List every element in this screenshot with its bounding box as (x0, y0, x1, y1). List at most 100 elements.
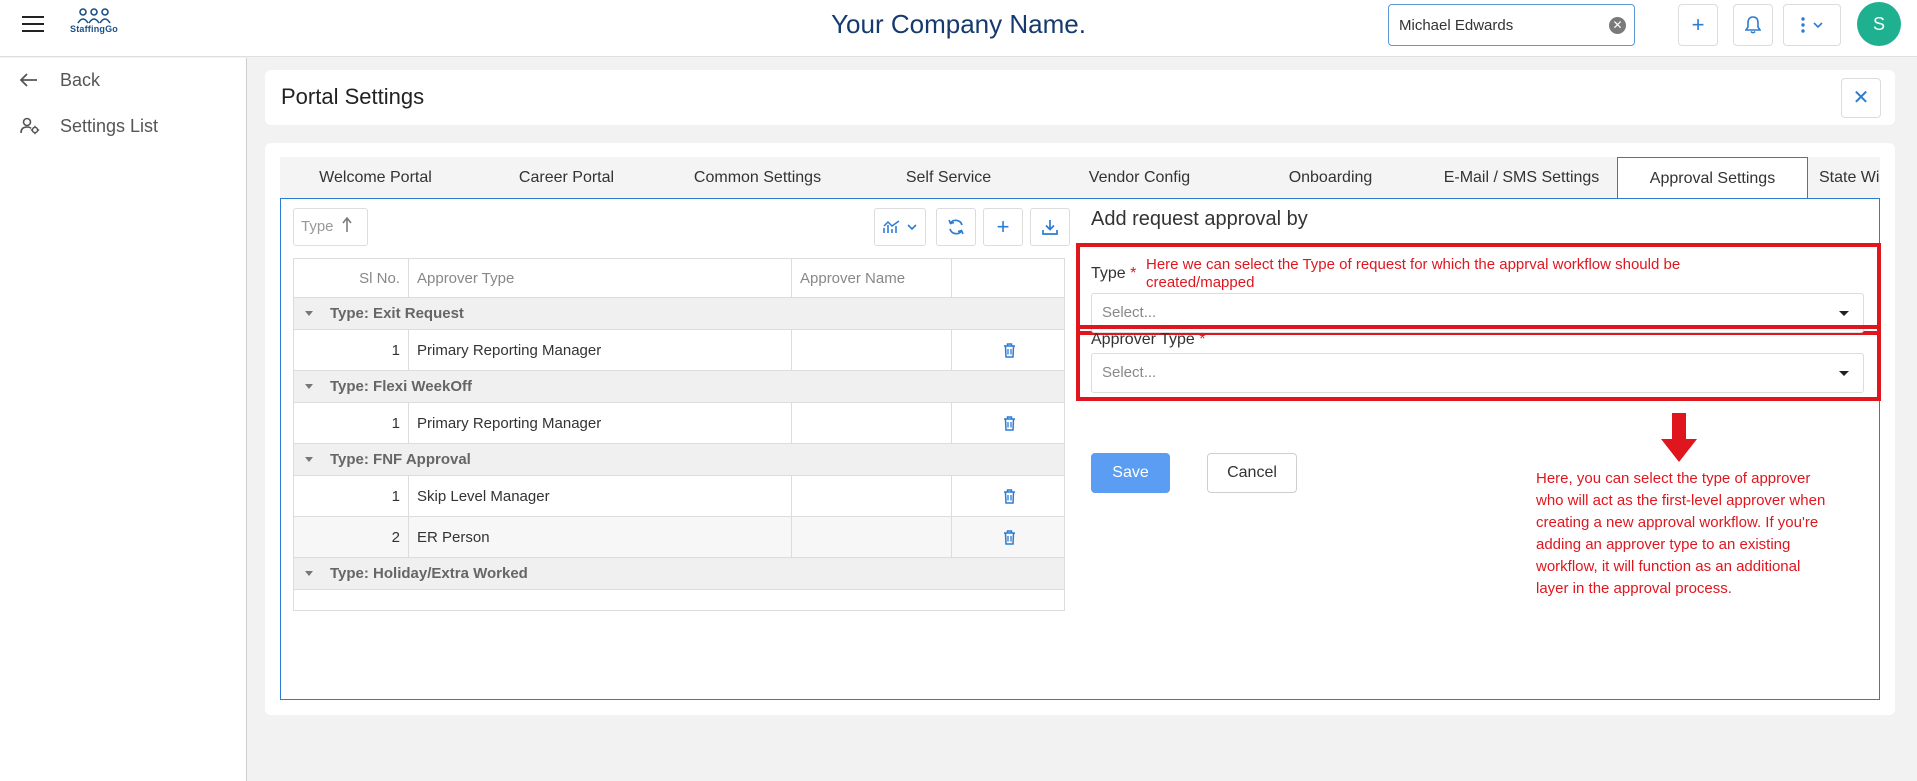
col-approver-type[interactable]: Approver Type (409, 259, 792, 297)
group-label: Type: FNF Approval (330, 451, 471, 468)
cell-approver-name (792, 403, 952, 443)
group-row[interactable]: Type: Flexi WeekOff (294, 371, 1064, 403)
cell-sl-no: 1 (294, 403, 409, 443)
add-button[interactable]: + (1678, 4, 1718, 46)
avatar[interactable]: S (1857, 2, 1901, 46)
approver-type-label: Approver Type * (1091, 331, 1206, 348)
col-actions (952, 259, 1064, 297)
settings-card: Welcome Portal Career Portal Common Sett… (265, 143, 1895, 715)
table-row[interactable]: 1 Primary Reporting Manager (294, 330, 1064, 371)
type-annotation-text: Here we can select the Type of request f… (1146, 256, 1681, 291)
cell-approver-type: Primary Reporting Manager (409, 403, 792, 443)
tab-welcome-portal[interactable]: Welcome Portal (280, 157, 471, 198)
approval-grid: Sl No. Approver Type Approver Name Type:… (293, 258, 1065, 611)
clear-icon[interactable]: ✕ (1609, 17, 1626, 34)
user-search-input[interactable] (1389, 5, 1589, 45)
caret-down-icon[interactable] (305, 457, 313, 462)
type-label: Type * (1091, 265, 1137, 282)
user-search-box[interactable]: ✕ (1388, 4, 1635, 46)
caret-down-icon[interactable] (305, 571, 313, 576)
tab-career-portal[interactable]: Career Portal (471, 157, 662, 198)
caret-down-icon[interactable] (305, 384, 313, 389)
tab-email-sms-settings[interactable]: E-Mail / SMS Settings (1426, 157, 1617, 198)
table-row[interactable]: 2 ER Person (294, 517, 1064, 558)
dropdown-arrow-icon (1839, 371, 1849, 376)
chevron-down-icon (907, 223, 917, 230)
sidebar: Back Settings List (0, 58, 247, 781)
chart-options-button[interactable] (874, 208, 926, 246)
close-button[interactable]: ✕ (1841, 78, 1881, 118)
sort-ascending-icon[interactable] (342, 216, 352, 233)
plus-icon: + (996, 214, 1010, 239)
kebab-icon (1801, 17, 1805, 33)
tab-vendor-config[interactable]: Vendor Config (1044, 157, 1235, 198)
required-mark: * (1199, 331, 1206, 348)
cell-approver-type: ER Person (409, 517, 792, 557)
download-button[interactable] (1030, 208, 1070, 246)
tab-onboarding[interactable]: Onboarding (1235, 157, 1426, 198)
cell-actions (952, 476, 1064, 516)
save-button[interactable]: Save (1091, 453, 1170, 493)
tab-approval-settings[interactable]: Approval Settings (1617, 157, 1808, 198)
caret-down-icon[interactable] (305, 311, 313, 316)
plus-icon: + (1691, 12, 1705, 37)
group-row[interactable]: Type: Holiday/Extra Worked (294, 558, 1064, 590)
settings-list-label: Settings List (60, 115, 159, 136)
chart-icon (883, 220, 900, 233)
arrow-left-icon (20, 73, 37, 87)
cell-sl-no: 1 (294, 476, 409, 516)
refresh-button[interactable] (936, 208, 976, 246)
group-label: Type: Flexi WeekOff (330, 378, 472, 395)
more-menu-button[interactable] (1783, 4, 1841, 46)
settings-list-link[interactable]: Settings List (20, 111, 158, 141)
group-row[interactable]: Type: Exit Request (294, 298, 1064, 330)
grid-header: Sl No. Approver Type Approver Name (294, 259, 1064, 298)
cell-approver-name (792, 330, 952, 370)
cell-approver-type: Primary Reporting Manager (409, 330, 792, 370)
table-row[interactable]: 1 Skip Level Manager (294, 476, 1064, 517)
page-header: Portal Settings ✕ (265, 70, 1895, 125)
trash-icon[interactable] (1003, 529, 1016, 545)
col-sl-no[interactable]: Sl No. (294, 259, 409, 297)
tab-bar: Welcome Portal Career Portal Common Sett… (280, 157, 1880, 199)
trash-icon[interactable] (1003, 342, 1016, 358)
cell-actions (952, 330, 1064, 370)
cell-actions (952, 403, 1064, 443)
chevron-down-icon (1813, 21, 1823, 28)
refresh-icon (948, 219, 964, 235)
back-label: Back (60, 69, 101, 90)
tab-common-settings[interactable]: Common Settings (662, 157, 853, 198)
approval-settings-panel: Type + Sl No. Approver Type Approver Nam… (280, 199, 1881, 700)
cell-sl-no: 2 (294, 517, 409, 557)
notifications-button[interactable] (1733, 4, 1773, 46)
group-label: Type: Exit Request (330, 305, 464, 322)
col-approver-name[interactable]: Approver Name (792, 259, 952, 297)
approver-type-annotation-text: Here, you can select the type of approve… (1536, 470, 1826, 597)
add-row-button[interactable]: + (983, 208, 1023, 246)
logo[interactable]: StaffingGo (64, 8, 124, 44)
bell-icon (1744, 16, 1762, 34)
cell-actions (952, 517, 1064, 557)
cell-approver-name (792, 476, 952, 516)
cancel-button[interactable]: Cancel (1207, 453, 1297, 493)
type-select-placeholder: Select... (1102, 304, 1157, 321)
page-title: Portal Settings (281, 84, 425, 109)
group-row[interactable]: Type: FNF Approval (294, 444, 1064, 476)
approver-type-select-placeholder: Select... (1102, 364, 1157, 381)
approver-type-select[interactable]: Select... (1091, 353, 1864, 393)
top-bar: StaffingGo Your Company Name. ✕ + S (0, 0, 1917, 57)
group-by-label: Type (301, 218, 334, 235)
cell-sl-no: 1 (294, 330, 409, 370)
tab-self-service[interactable]: Self Service (853, 157, 1044, 198)
table-row[interactable]: 1 Primary Reporting Manager (294, 403, 1064, 444)
group-by-chip[interactable]: Type (293, 208, 368, 246)
trash-icon[interactable] (1003, 415, 1016, 431)
back-link[interactable]: Back (20, 65, 100, 95)
group-label: Type: Holiday/Extra Worked (330, 565, 528, 582)
tab-state-wise[interactable]: State Wi (1808, 157, 1880, 198)
dropdown-arrow-icon (1839, 311, 1849, 316)
hamburger-menu-icon[interactable] (22, 16, 44, 34)
annotation-arrow-down-icon (1661, 413, 1697, 462)
trash-icon[interactable] (1003, 488, 1016, 504)
required-mark: * (1130, 265, 1137, 282)
